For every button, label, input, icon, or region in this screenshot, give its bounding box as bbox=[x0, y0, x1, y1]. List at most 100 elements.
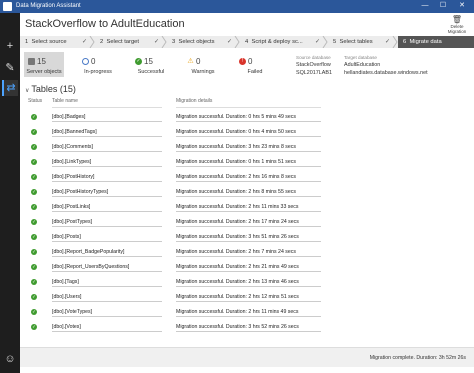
table-row[interactable]: ✓ [dbo].[VoteTypes] Migration successful. … bbox=[24, 305, 324, 320]
table-row[interactable]: ✓ [dbo].[Comments] Migration successful. D… bbox=[24, 140, 324, 155]
column-header-status[interactable]: Status bbox=[28, 98, 42, 104]
window-title: Data Migration Assistant bbox=[16, 3, 81, 9]
table-name-cell: [dbo].[Badges] bbox=[52, 114, 162, 122]
success-icon: ✓ bbox=[31, 234, 37, 240]
table-name-cell: [dbo].[Report_UsersByQuestions] bbox=[52, 264, 162, 272]
in-progress-tile[interactable]: 0 In-progress bbox=[78, 52, 118, 77]
project-title: StackOverflow to AdultEducation bbox=[25, 18, 185, 30]
checkmark-icon: ✓ bbox=[384, 39, 390, 45]
success-icon: ✓ bbox=[31, 264, 37, 270]
step-label: Migrate data bbox=[409, 39, 442, 45]
migration-details-cell: Migration successful. Duration: 2 hrs 11… bbox=[176, 204, 321, 212]
warnings-tile[interactable]: ⚠ 0 Warnings bbox=[183, 52, 223, 77]
table-row[interactable]: ✓ [dbo].[Users] Migration successful. Dura… bbox=[24, 290, 324, 305]
migrations-icon[interactable]: ⇄ bbox=[2, 80, 18, 96]
failed-tile[interactable]: ! 0 Failed bbox=[235, 52, 275, 77]
step-script-deploy[interactable]: 4 Script & deploy sc... ✓ bbox=[240, 36, 328, 48]
target-server: hellandiates.database.windows.net bbox=[344, 70, 428, 76]
success-icon: ✓ bbox=[31, 294, 37, 300]
table-row[interactable]: ✓ [dbo].[PostLinks] Migration successful. … bbox=[24, 200, 324, 215]
tile-count: 0 bbox=[248, 57, 253, 66]
assessments-icon[interactable]: ✎ bbox=[2, 60, 18, 76]
step-label: Script & deploy sc... bbox=[251, 39, 303, 45]
migration-details-cell: Migration successful. Duration: 3 hrs 52… bbox=[176, 324, 321, 332]
step-select-target[interactable]: 2 Select target ✓ bbox=[95, 36, 167, 48]
success-icon: ✓ bbox=[31, 114, 37, 120]
app-icon bbox=[3, 2, 12, 11]
migration-details-cell: Migration successful. Duration: 0 hrs 5 … bbox=[176, 114, 321, 122]
maximize-button[interactable]: ☐ bbox=[436, 1, 450, 11]
migration-details-cell: Migration successful. Duration: 3 hrs 51… bbox=[176, 234, 321, 242]
table-row[interactable]: ✓ [dbo].[LinkTypes] Migration successful. … bbox=[24, 155, 324, 170]
tile-count: 15 bbox=[144, 57, 153, 66]
source-server: SQL2017LAB1 bbox=[296, 70, 332, 76]
step-select-objects[interactable]: 3 Select objects ✓ bbox=[167, 36, 240, 48]
table-name-cell: [dbo].[PostHistoryTypes] bbox=[52, 189, 162, 197]
table-row[interactable]: ✓ [dbo].[PostTypes] Migration successful. … bbox=[24, 215, 324, 230]
tile-count: 15 bbox=[37, 57, 46, 66]
failed-icon: ! bbox=[239, 58, 246, 65]
column-header-table-name[interactable]: Table name bbox=[52, 98, 78, 104]
migration-details-cell: Migration successful. Duration: 3 hrs 23… bbox=[176, 144, 321, 152]
step-select-source[interactable]: 1 Select source ✓ bbox=[20, 36, 95, 48]
source-label: Source database bbox=[296, 55, 331, 60]
success-icon: ✓ bbox=[31, 219, 37, 225]
tables-heading-label: Tables (15) bbox=[31, 84, 76, 94]
minimize-button[interactable]: — bbox=[418, 1, 432, 11]
tile-label: In-progress bbox=[84, 69, 112, 75]
table-name-cell: [dbo].[PostHistory] bbox=[52, 174, 162, 182]
step-select-tables[interactable]: 5 Select tables ✓ bbox=[328, 36, 398, 48]
success-icon: ✓ bbox=[31, 309, 37, 315]
table-row[interactable]: ✓ [dbo].[Badges] Migration successful. Dur… bbox=[24, 110, 324, 125]
source-database-info: Source database StackOverflow SQL2017LAB… bbox=[296, 55, 332, 76]
warning-icon: ⚠ bbox=[187, 58, 194, 65]
migration-details-cell: Migration successful. Duration: 2 hrs 17… bbox=[176, 219, 321, 227]
tile-count: 0 bbox=[196, 57, 201, 66]
new-project-icon[interactable]: + bbox=[2, 38, 18, 54]
tables-section-toggle[interactable]: ∨ Tables (15) bbox=[25, 84, 76, 94]
column-header-details[interactable]: Migration details bbox=[176, 98, 212, 104]
table-name-cell: [dbo].[Tags] bbox=[52, 279, 162, 287]
close-button[interactable]: ✕ bbox=[455, 1, 469, 11]
target-name: AdultEducation bbox=[344, 62, 381, 68]
table-name-cell: [dbo].[VoteTypes] bbox=[52, 309, 162, 317]
table-row[interactable]: ✓ [dbo].[PostHistory] Migration successful… bbox=[24, 170, 324, 185]
table-name-cell: [dbo].[BannedTags] bbox=[52, 129, 162, 137]
checkmark-icon: ✓ bbox=[314, 39, 320, 45]
step-migrate-data[interactable]: 6 Migrate data bbox=[398, 36, 474, 48]
success-icon: ✓ bbox=[31, 159, 37, 165]
table-row[interactable]: ✓ [dbo].[Tags] Migration successful. Durat… bbox=[24, 275, 324, 290]
delete-migration-button[interactable]: 🗑 Delete Migration bbox=[443, 16, 471, 35]
table-row[interactable]: ✓ [dbo].[PostHistoryTypes] Migration succe… bbox=[24, 185, 324, 200]
table-name-cell: [dbo].[PostLinks] bbox=[52, 204, 162, 212]
migration-status-message: Migration complete. Duration: 3h 52m 26s bbox=[369, 355, 466, 361]
target-database-info: Target database AdultEducation hellandia… bbox=[344, 55, 428, 76]
table-row[interactable]: ✓ [dbo].[Votes] Migration successful. Dura… bbox=[24, 320, 324, 335]
step-label: Select target bbox=[106, 39, 140, 45]
migration-details-cell: Migration successful. Duration: 2 hrs 7 … bbox=[176, 249, 321, 257]
left-nav: + ✎ ⇄ ☺ bbox=[0, 13, 20, 373]
migration-details-cell: Migration successful. Duration: 0 hrs 4 … bbox=[176, 129, 321, 137]
migration-details-cell: Migration successful. Duration: 2 hrs 8 … bbox=[176, 189, 321, 197]
success-icon: ✓ bbox=[31, 174, 37, 180]
feedback-icon[interactable]: ☺ bbox=[2, 351, 18, 367]
table-row[interactable]: ✓ [dbo].[Report_UsersByQuestions] Migratio… bbox=[24, 260, 324, 275]
chevron-down-icon: ∨ bbox=[25, 88, 30, 94]
table-name-cell: [dbo].[Posts] bbox=[52, 234, 162, 242]
server-objects-tile[interactable]: 15 Server objects bbox=[24, 52, 64, 77]
step-label: Select objects bbox=[178, 39, 215, 45]
success-icon: ✓ bbox=[31, 129, 37, 135]
table-row[interactable]: ✓ [dbo].[BannedTags] Migration successful.… bbox=[24, 125, 324, 140]
migration-details-cell: Migration successful. Duration: 2 hrs 12… bbox=[176, 294, 321, 302]
success-icon: ✓ bbox=[31, 324, 37, 330]
in-progress-icon bbox=[82, 58, 89, 65]
migration-details-cell: Migration successful. Duration: 2 hrs 21… bbox=[176, 264, 321, 272]
success-icon: ✓ bbox=[31, 189, 37, 195]
delete-migration-label: Delete Migration bbox=[447, 24, 467, 34]
successful-tile[interactable]: ✓ 15 Successful bbox=[131, 52, 171, 77]
table-row[interactable]: ✓ [dbo].[Posts] Migration successful. Dura… bbox=[24, 230, 324, 245]
table-row[interactable]: ✓ [dbo].[Report_BadgePopularity] Migration… bbox=[24, 245, 324, 260]
step-number: 6 bbox=[403, 39, 407, 45]
source-name: StackOverflow bbox=[296, 62, 331, 68]
success-icon: ✓ bbox=[31, 144, 37, 150]
